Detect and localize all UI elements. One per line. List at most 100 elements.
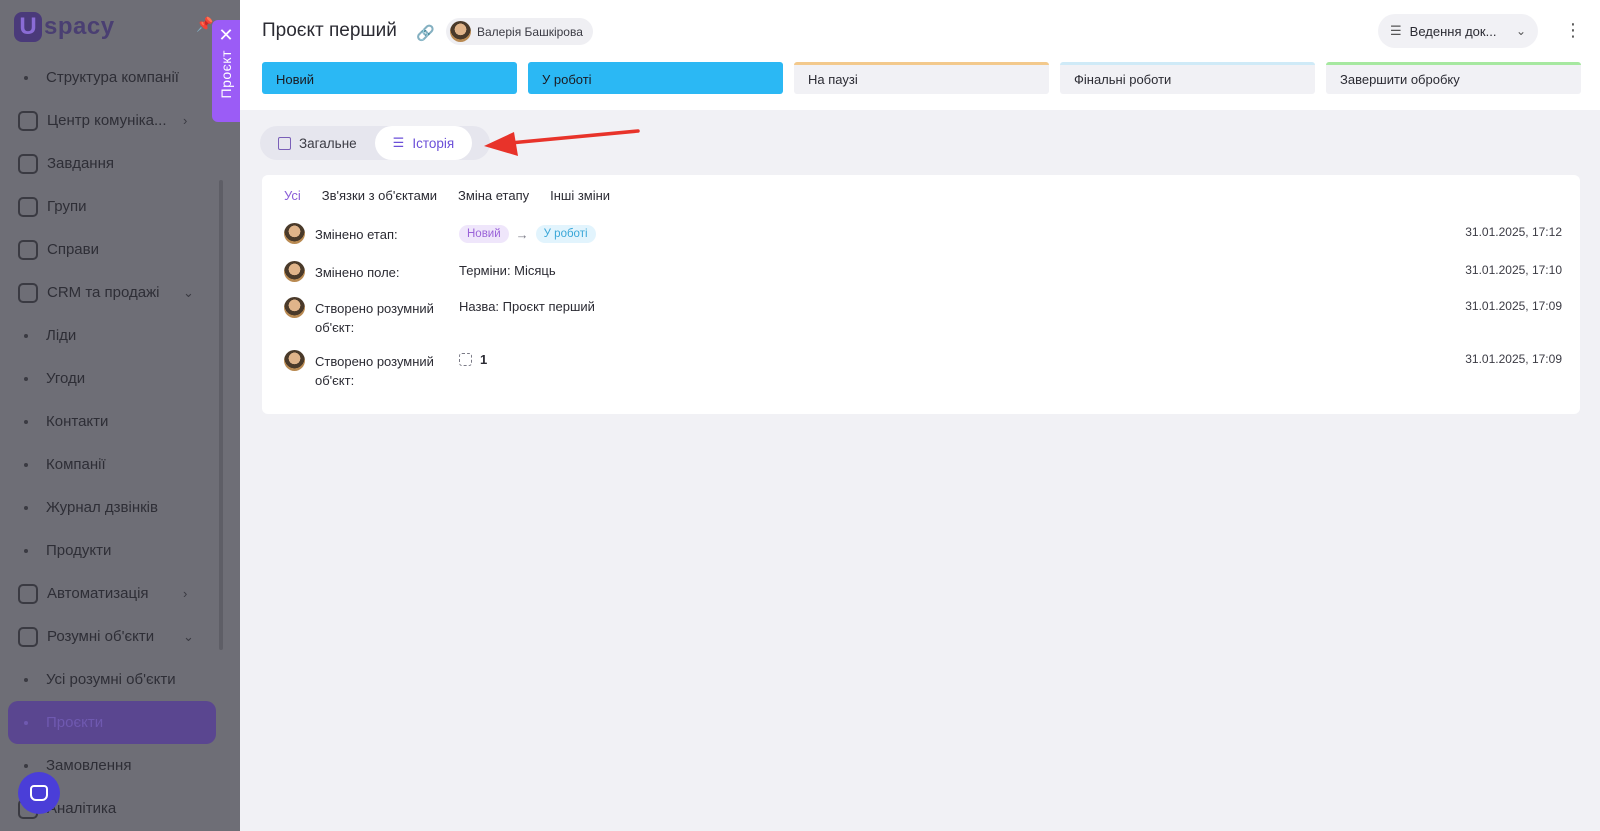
avatar [284,297,305,318]
history-filter[interactable]: Інші зміни [550,188,610,203]
sidebar-item[interactable]: Розумні об'єкти ⌄ [0,615,224,658]
chevron-icon[interactable]: › [183,113,187,128]
view-tabs: Загальне ☰ Історія [260,126,490,160]
responsible-user-chip[interactable]: Валерія Башкірова [446,18,593,45]
sidebar-item-label: Справи [47,241,99,258]
chevron-icon[interactable]: ⌄ [183,285,194,301]
annotation-arrow [484,129,640,156]
change-label: Створено розумний об'єкт: [315,354,434,388]
sidebar-item-label: Структура компанії [46,69,179,86]
page-title: Проєкт перший [262,20,397,41]
sidebar-item[interactable]: Журнал дзвінків [0,486,224,529]
sidebar-item[interactable]: Контакти [0,400,224,443]
sidebar: U spacy 📌 Структура компанії Центр комуні… [0,0,240,831]
sidebar-item-label: CRM та продажі [47,284,160,301]
menu-icon [18,110,38,131]
logo[interactable]: U spacy [14,10,115,44]
document-icon [278,136,291,150]
history-filter[interactable]: Зміна етапу [458,188,529,203]
sidebar-item[interactable]: Автоматизація › [0,572,224,615]
stage-bar: Новий У роботі На паузі Фінальні роботи Заве… [262,62,1581,94]
tab-history-label: Історія [412,135,455,151]
sidebar-item[interactable]: Структура компанії [0,56,224,99]
close-icon[interactable]: ✕ [218,26,233,44]
sidebar-item-label: Проєкти [46,714,104,731]
sidebar-item[interactable]: Продукти [0,529,224,572]
bullet-icon [24,75,28,80]
sidebar-item-label: Усі розумні об'єкти [46,671,176,688]
change-value: Терміни: Місяць [459,263,556,278]
sidebar-item[interactable]: Ліди [0,314,224,357]
sidebar-item[interactable]: Компанії [0,443,224,486]
tab-general[interactable]: Загальне [260,126,375,160]
avatar [450,21,471,42]
history-filter[interactable]: Усі [284,188,301,203]
stage-button[interactable]: Новий [262,62,517,94]
chat-support-button[interactable] [18,772,60,814]
change-value-group: Новий → У роботі [459,225,596,243]
more-options-icon[interactable]: ⋮ [1564,20,1582,41]
stage-from-badge: Новий [459,225,509,243]
panel-tab-project[interactable]: ✕ Проєкт [212,20,240,122]
sidebar-scrollbar[interactable] [219,180,223,650]
sidebar-item[interactable]: Центр комуніка... › [0,99,224,142]
sidebar-item[interactable]: Усі розумні об'єкти [0,658,224,701]
sidebar-item[interactable]: Справи [0,228,224,271]
bullet-icon [24,419,28,424]
stage-to-badge: У роботі [535,225,596,243]
avatar [284,261,305,282]
sidebar-item[interactable]: Проєкти [8,701,216,744]
stage-button[interactable]: Завершити обробку [1326,62,1581,94]
avatar [284,350,305,371]
list-icon: ☰ [392,135,405,150]
sidebar-item-label: Журнал дзвінків [46,499,158,516]
change-value-group: Терміни: Місяць [459,263,556,278]
tab-general-label: Загальне [299,135,357,151]
panel-header: Проєкт перший 🔗 Валерія Башкірова ☰ Веде… [240,0,1600,110]
change-value-group: Назва: Проєкт перший [459,299,595,314]
sidebar-item-label: Завдання [47,155,114,172]
chat-icon [30,785,48,801]
sidebar-item-label: Автоматизація [47,585,149,602]
avatar [284,223,305,244]
sidebar-item-label: Центр комуніка... [47,112,167,129]
project-panel: Проєкт перший 🔗 Валерія Башкірова ☰ Веде… [240,0,1600,831]
stage-button[interactable]: Фінальні роботи [1060,62,1315,94]
sidebar-item[interactable]: Групи [0,185,224,228]
change-value-group: 1 [459,352,487,367]
pin-icon[interactable]: 📌 [196,16,213,34]
bullet-icon [24,720,28,725]
sidebar-item-label: Угоди [46,370,86,387]
link-icon[interactable]: 🔗 [416,24,435,42]
sidebar-item-label: Ліди [46,327,77,344]
sidebar-item-label: Компанії [46,456,106,473]
tab-history[interactable]: ☰ Історія [374,126,473,160]
history-filters: Усі Зв'язки з об'єктами Зміна етапу Інші зм… [284,188,610,203]
sidebar-item[interactable]: Угоди [0,357,224,400]
timestamp: 31.01.2025, 17:10 [1465,263,1562,277]
menu-icon [18,583,38,604]
change-label: Створено розумний об'єкт: [315,301,434,335]
panel-tab-label: Проєкт [218,50,234,99]
sidebar-item-label: Контакти [46,413,109,430]
stage-button[interactable]: На паузі [794,62,1049,94]
filter-icon: ☰ [1390,23,1402,38]
change-label: Змінено етап: [315,227,398,242]
chevron-icon[interactable]: › [183,586,187,601]
user-name: Валерія Башкірова [477,24,583,39]
menu-icon [18,626,38,647]
sidebar-item-label: Замовлення [46,757,132,774]
menu-icon [18,153,38,174]
chevron-down-icon: ⌄ [1515,24,1526,38]
stage-button[interactable]: У роботі [528,62,783,94]
timestamp: 31.01.2025, 17:12 [1465,225,1562,239]
process-select[interactable]: ☰ Ведення док... ⌄ [1378,14,1538,48]
timestamp: 31.01.2025, 17:09 [1465,299,1562,313]
sidebar-item[interactable]: CRM та продажі ⌄ [0,271,224,314]
object-link[interactable]: 1 [480,352,487,367]
chevron-icon[interactable]: ⌄ [183,629,194,645]
sidebar-item[interactable]: Завдання [0,142,224,185]
history-filter[interactable]: Зв'язки з об'єктами [322,188,437,203]
logo-text: spacy [44,13,115,40]
menu-icon [18,282,38,303]
